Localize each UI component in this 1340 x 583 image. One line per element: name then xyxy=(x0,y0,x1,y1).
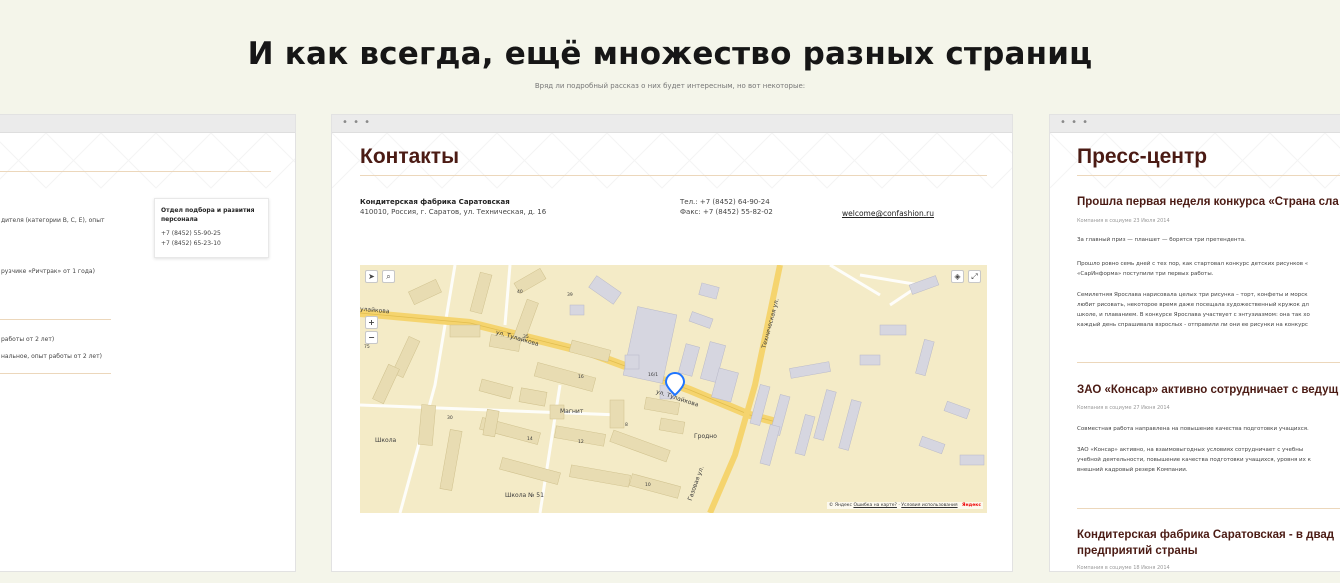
poi-label[interactable]: Магнит xyxy=(560,408,583,415)
poi-label[interactable]: Школа № 51 xyxy=(505,492,544,499)
map-error-link[interactable]: Ошибка на карте? xyxy=(853,503,897,508)
company-name: Кондитерская фабрика Саратовская xyxy=(360,198,510,206)
list-divider xyxy=(0,373,111,374)
news-text: Совместная работа направлена на повышени… xyxy=(1077,426,1309,432)
house-number: 40 xyxy=(517,290,523,295)
yandex-map[interactable]: улайкова ул. Тулайкова ул. Тулайкова Тех… xyxy=(360,265,987,513)
map-copyright: © Яндекс Ошибка на карте? · Условия испо… xyxy=(826,502,983,509)
news-text: «СарИнформа» поступили три первых работы… xyxy=(1077,271,1214,277)
house-number: 8 xyxy=(625,423,628,428)
window-title-bar: • • • xyxy=(332,115,1012,133)
news-title[interactable]: Кондитерская фабрика Саратовская - в два… xyxy=(1077,528,1334,542)
news-title[interactable]: Прошла первая неделя конкурса «Страна сл… xyxy=(1077,195,1339,209)
fax-number: Факс: +7 (8452) 55-82-02 xyxy=(680,208,773,216)
poi-label[interactable]: Школа xyxy=(375,437,396,444)
house-number: 12 xyxy=(578,440,584,445)
vacancy-line: нальное, опыт работы от 2 лет) xyxy=(1,353,102,360)
vacancy-line: рузчике «Ричтрак» от 1 года) xyxy=(1,268,95,275)
hr-card-title: Отдел подбора и развития персонала xyxy=(161,207,255,223)
search-icon[interactable]: ⌕ xyxy=(382,270,395,283)
news-text: За главный приз — планшет — борятся три … xyxy=(1077,237,1246,243)
page-title: Пресс-центр xyxy=(1077,145,1208,168)
news-meta: Компания в социуме 18 Июня 2014 xyxy=(1077,565,1170,571)
news-divider xyxy=(1077,362,1340,363)
news-text: любит рисовать, некоторое время даже пос… xyxy=(1077,302,1309,308)
window-title-bar: • • • xyxy=(1050,115,1340,133)
news-meta: Компания в социуме 27 Июня 2014 xyxy=(1077,405,1170,411)
hr-phone[interactable]: +7 (8452) 65-23-10 xyxy=(161,239,221,248)
window-dots-icon: • • • xyxy=(342,117,372,128)
news-title[interactable]: ЗАО «Консар» активно сотрудничает с веду… xyxy=(1077,383,1338,397)
phone-number: Тел.: +7 (8452) 64-90-24 xyxy=(680,198,770,206)
house-number: 35 xyxy=(523,335,529,340)
house-number: 30 xyxy=(447,416,453,421)
company-address: 410010, Россия, г. Саратов, ул. Техничес… xyxy=(360,208,547,216)
section-subtitle: Вряд ли подробный рассказ о них будет ин… xyxy=(534,82,806,90)
hr-contact-card: Отдел подбора и развития персонала +7 (8… xyxy=(154,198,269,258)
zoom-in-button[interactable]: + xyxy=(365,316,378,329)
yandex-logo[interactable]: Яндекс xyxy=(962,503,981,508)
heading-divider xyxy=(360,175,987,176)
house-number: 39 xyxy=(567,293,573,298)
left-page-preview: дителя (категории B, C, E), опыт рузчике… xyxy=(0,114,296,572)
map-canvas[interactable] xyxy=(360,265,987,513)
terms-link[interactable]: Условия использования xyxy=(901,503,957,508)
news-text: Прошло ровно семь дней с тех пор, как ст… xyxy=(1077,261,1309,267)
geolocate-icon[interactable]: ➤ xyxy=(365,270,378,283)
house-number: 16/1 xyxy=(648,373,659,378)
news-text: учебной деятельности, повышение качества… xyxy=(1077,457,1311,463)
page-title: Контакты xyxy=(360,145,460,168)
section-title: И как всегда, ещё множество разных стран… xyxy=(247,36,1093,72)
window-dots-icon: • • • xyxy=(1060,117,1090,128)
news-text: каждый день спрашивала взрослых - отправ… xyxy=(1077,322,1308,328)
fullscreen-icon[interactable]: ⤢ xyxy=(968,270,981,283)
vacancy-line: дителя (категории B, C, E), опыт xyxy=(1,217,105,224)
news-title-continued[interactable]: предприятий страны xyxy=(1077,544,1198,558)
heading-divider xyxy=(1077,175,1340,176)
news-text: школе, и плаванием. В конкурсе Ярослава … xyxy=(1077,312,1310,318)
news-text: Семилетняя Ярослава нарисовала целых три… xyxy=(1077,292,1308,298)
contacts-page-preview: • • • Контакты Кондитерская фабрика Сара… xyxy=(331,114,1013,572)
news-meta: Компания в социуме 23 Июля 2014 xyxy=(1077,218,1170,224)
house-number: 14 xyxy=(527,437,533,442)
news-divider xyxy=(1077,508,1340,509)
press-page-preview: • • • Пресс-центр Прошла первая неделя к… xyxy=(1049,114,1340,572)
vacancy-line: работы от 2 лет) xyxy=(1,336,55,343)
list-divider xyxy=(0,319,111,320)
window-title-bar xyxy=(0,115,295,133)
news-text: внешний кадровый резерв Компании. xyxy=(1077,467,1188,473)
heading-divider xyxy=(0,171,271,172)
house-number: 75 xyxy=(364,345,370,350)
poi-label[interactable]: Гродно xyxy=(694,433,717,440)
layers-icon[interactable]: ◈ xyxy=(951,270,964,283)
zoom-out-button[interactable]: − xyxy=(365,331,378,344)
email-link[interactable]: welcome@confashion.ru xyxy=(842,209,934,218)
house-number: 10 xyxy=(645,483,651,488)
news-text: ЗАО «Консар» активно, на взаимовыгодных … xyxy=(1077,447,1304,453)
hr-phone[interactable]: +7 (8452) 55-90-25 xyxy=(161,229,221,238)
house-number: 16 xyxy=(578,375,584,380)
copyright-prefix: © Яндекс xyxy=(828,503,852,508)
